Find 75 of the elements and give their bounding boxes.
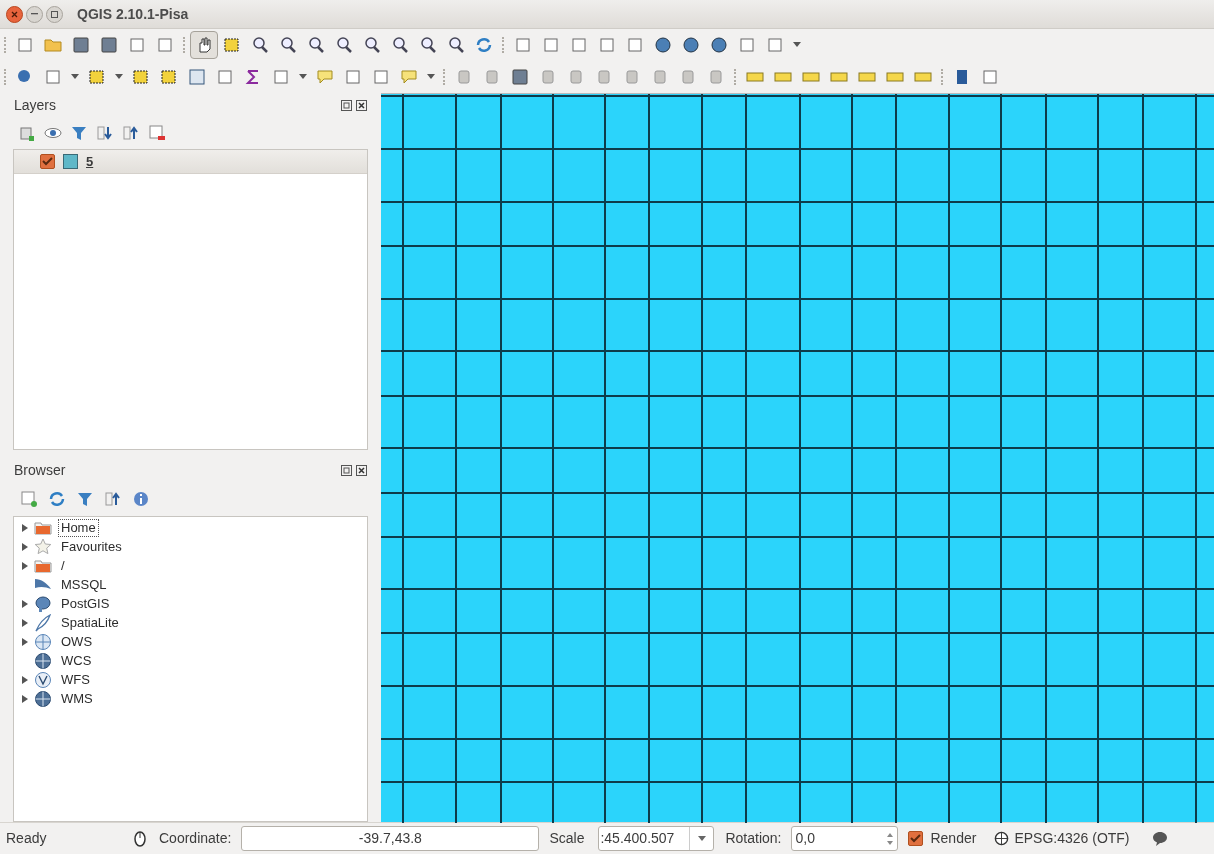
expand-arrow-icon[interactable] bbox=[22, 523, 28, 532]
status-message: Ready bbox=[6, 829, 48, 848]
maximize-button[interactable] bbox=[46, 5, 63, 23]
browser-item[interactable]: WMS bbox=[58, 689, 96, 708]
expand-arrow-icon[interactable] bbox=[22, 542, 28, 551]
zoom-in-icon[interactable] bbox=[250, 34, 270, 55]
maximize-icon bbox=[51, 10, 58, 18]
caret-icon bbox=[697, 836, 706, 841]
window-title: QGIS 2.10.1-Pisa bbox=[77, 4, 189, 24]
browser-item[interactable]: Favourites bbox=[58, 537, 125, 556]
caret-icon[interactable] bbox=[793, 42, 801, 47]
expand-arrow-icon[interactable] bbox=[22, 694, 28, 703]
browser-item[interactable]: PostGIS bbox=[58, 594, 113, 613]
remove-layer-icon[interactable] bbox=[148, 124, 166, 142]
pan-tool-button[interactable] bbox=[190, 30, 218, 59]
float-panel-icon[interactable] bbox=[341, 464, 352, 476]
scale-combobox[interactable]: :45.400.507 bbox=[598, 826, 715, 851]
float-panel-icon[interactable] bbox=[341, 99, 352, 111]
browser-item[interactable]: WCS bbox=[58, 651, 95, 670]
filter-icon[interactable] bbox=[76, 490, 94, 508]
rotation-spinbox[interactable]: 0,0 bbox=[791, 826, 899, 851]
checkmark-icon bbox=[910, 834, 922, 843]
caret-icon[interactable] bbox=[427, 74, 435, 79]
expand-arrow-icon[interactable] bbox=[22, 599, 28, 608]
minimize-icon bbox=[31, 13, 38, 15]
panel-title: Browser bbox=[14, 460, 66, 480]
caret-icon[interactable] bbox=[299, 74, 307, 79]
expand-arrow-icon[interactable] bbox=[22, 561, 28, 570]
filter-icon[interactable] bbox=[70, 124, 88, 142]
mouse-icon[interactable] bbox=[132, 830, 148, 847]
collapse-all-icon[interactable] bbox=[104, 490, 122, 508]
panel-title: Layers bbox=[14, 95, 57, 115]
close-panel-icon[interactable] bbox=[356, 99, 367, 111]
map-canvas[interactable] bbox=[381, 93, 1214, 822]
feather-icon bbox=[34, 613, 52, 632]
collapse-all-icon[interactable] bbox=[122, 124, 140, 142]
crs-globe-icon[interactable] bbox=[994, 831, 1010, 846]
close-panel-icon[interactable] bbox=[356, 464, 367, 476]
caret-icon[interactable] bbox=[71, 74, 79, 79]
globe-icon bbox=[34, 632, 52, 651]
render-checkbox[interactable] bbox=[908, 831, 924, 846]
refresh-icon[interactable] bbox=[48, 490, 66, 508]
expand-arrow-icon[interactable] bbox=[22, 618, 28, 627]
browser-item[interactable]: OWS bbox=[58, 632, 96, 651]
crs-label[interactable]: EPSG:4326 (OTF) bbox=[1014, 828, 1130, 849]
scale-label: Scale bbox=[549, 829, 585, 848]
expand-all-icon[interactable] bbox=[96, 124, 114, 142]
close-icon bbox=[11, 10, 18, 18]
expand-arrow-icon[interactable] bbox=[22, 675, 28, 684]
star-icon bbox=[34, 537, 52, 556]
browser-item[interactable]: / bbox=[58, 556, 68, 575]
rotation-label: Rotation: bbox=[725, 829, 782, 848]
expand-arrow-icon[interactable] bbox=[22, 637, 28, 646]
add-selected-icon[interactable] bbox=[20, 490, 38, 508]
browser-item[interactable]: SpatiaLite bbox=[58, 613, 122, 632]
coordinate-label: Coordinate: bbox=[159, 829, 232, 848]
layer-checkbox[interactable] bbox=[40, 154, 55, 169]
checkmark-icon bbox=[42, 157, 53, 166]
info-icon[interactable] bbox=[132, 490, 150, 508]
coordinate-field[interactable]: -39.7,43.8 bbox=[241, 826, 540, 851]
message-bubble-icon[interactable] bbox=[1151, 831, 1168, 846]
render-label: Render bbox=[930, 829, 977, 848]
layer-row[interactable]: 5 bbox=[14, 150, 367, 174]
browser-item[interactable]: MSSQL bbox=[58, 575, 110, 594]
browser-item[interactable]: Home bbox=[58, 518, 99, 537]
caret-icon[interactable] bbox=[115, 74, 123, 79]
browser-item[interactable]: WFS bbox=[58, 670, 93, 689]
layer-name: 5 bbox=[86, 152, 94, 171]
minimize-button[interactable] bbox=[26, 5, 43, 23]
close-button[interactable] bbox=[6, 5, 23, 23]
globe-icon bbox=[34, 689, 52, 708]
add-group-icon[interactable] bbox=[18, 124, 36, 142]
globe-icon bbox=[34, 670, 52, 689]
globe-icon bbox=[34, 651, 52, 670]
attribute-table-icon[interactable] bbox=[187, 66, 207, 87]
